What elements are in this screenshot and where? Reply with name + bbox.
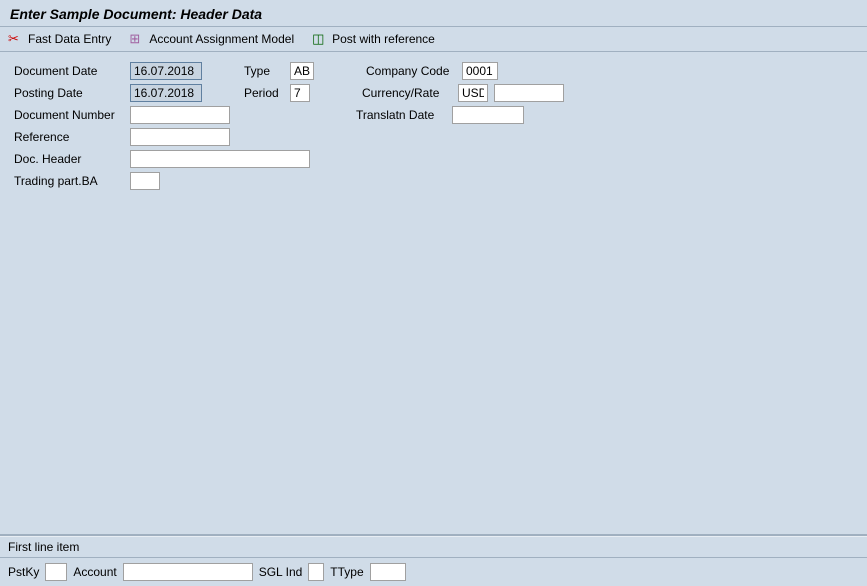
document-number-label: Document Number [14, 108, 124, 122]
posting-date-input[interactable] [130, 84, 202, 102]
document-date-input[interactable] [130, 62, 202, 80]
page-title: Enter Sample Document: Header Data [10, 6, 262, 22]
post-with-reference-label: Post with reference [332, 32, 435, 46]
row-posting-date: Posting Date Period Currency/Rate [14, 84, 853, 102]
pstky-label: PstKy [8, 565, 39, 579]
pstky-input[interactable] [45, 563, 67, 581]
trading-part-label: Trading part.BA [14, 174, 124, 188]
period-label: Period [244, 86, 284, 100]
first-line-item-header: First line item [0, 536, 867, 558]
toolbar: ✂ Fast Data Entry ⊞ Account Assignment M… [0, 27, 867, 52]
first-line-item-title: First line item [8, 540, 79, 554]
doc-header-label: Doc. Header [14, 152, 124, 166]
row-document-date: Document Date Type Company Code [14, 62, 853, 80]
currency-rate-input[interactable] [494, 84, 564, 102]
reference-input[interactable] [130, 128, 230, 146]
fast-data-entry-label: Fast Data Entry [28, 32, 111, 46]
reference-label: Reference [14, 130, 124, 144]
period-input[interactable] [290, 84, 310, 102]
type-label: Type [244, 64, 284, 78]
posting-date-label: Posting Date [14, 86, 124, 100]
sgl-ind-input[interactable] [308, 563, 324, 581]
fast-data-entry-button[interactable]: ✂ Fast Data Entry [8, 31, 111, 47]
account-label: Account [73, 565, 116, 579]
document-date-label: Document Date [14, 64, 124, 78]
first-line-item-content: PstKy Account SGL Ind TType [0, 558, 867, 586]
post-with-reference-button[interactable]: ◫ Post with reference [312, 31, 435, 47]
company-code-label: Company Code [366, 64, 456, 78]
currency-rate-label: Currency/Rate [362, 86, 452, 100]
trading-part-input[interactable] [130, 172, 160, 190]
post-with-reference-icon: ◫ [312, 31, 328, 47]
sgl-ind-label: SGL Ind [259, 565, 303, 579]
doc-header-input[interactable] [130, 150, 310, 168]
account-assignment-label: Account Assignment Model [149, 32, 294, 46]
row-doc-header: Doc. Header [14, 150, 853, 168]
document-number-input[interactable] [130, 106, 230, 124]
account-input[interactable] [123, 563, 253, 581]
row-trading-part: Trading part.BA [14, 172, 853, 190]
main-content: Document Date Type Company Code Posting … [0, 52, 867, 204]
account-assignment-icon: ⊞ [129, 31, 145, 47]
ttype-input[interactable] [370, 563, 406, 581]
company-code-input[interactable] [462, 62, 498, 80]
ttype-label: TType [330, 565, 363, 579]
translatn-date-input[interactable] [452, 106, 524, 124]
account-assignment-model-button[interactable]: ⊞ Account Assignment Model [129, 31, 294, 47]
title-bar: Enter Sample Document: Header Data [0, 0, 867, 27]
first-line-item-section: First line item PstKy Account SGL Ind TT… [0, 534, 867, 586]
type-input[interactable] [290, 62, 314, 80]
row-document-number: Document Number Translatn Date [14, 106, 853, 124]
row-reference: Reference [14, 128, 853, 146]
fast-data-entry-icon: ✂ [8, 31, 24, 47]
currency-input[interactable] [458, 84, 488, 102]
translatn-date-label: Translatn Date [356, 108, 446, 122]
